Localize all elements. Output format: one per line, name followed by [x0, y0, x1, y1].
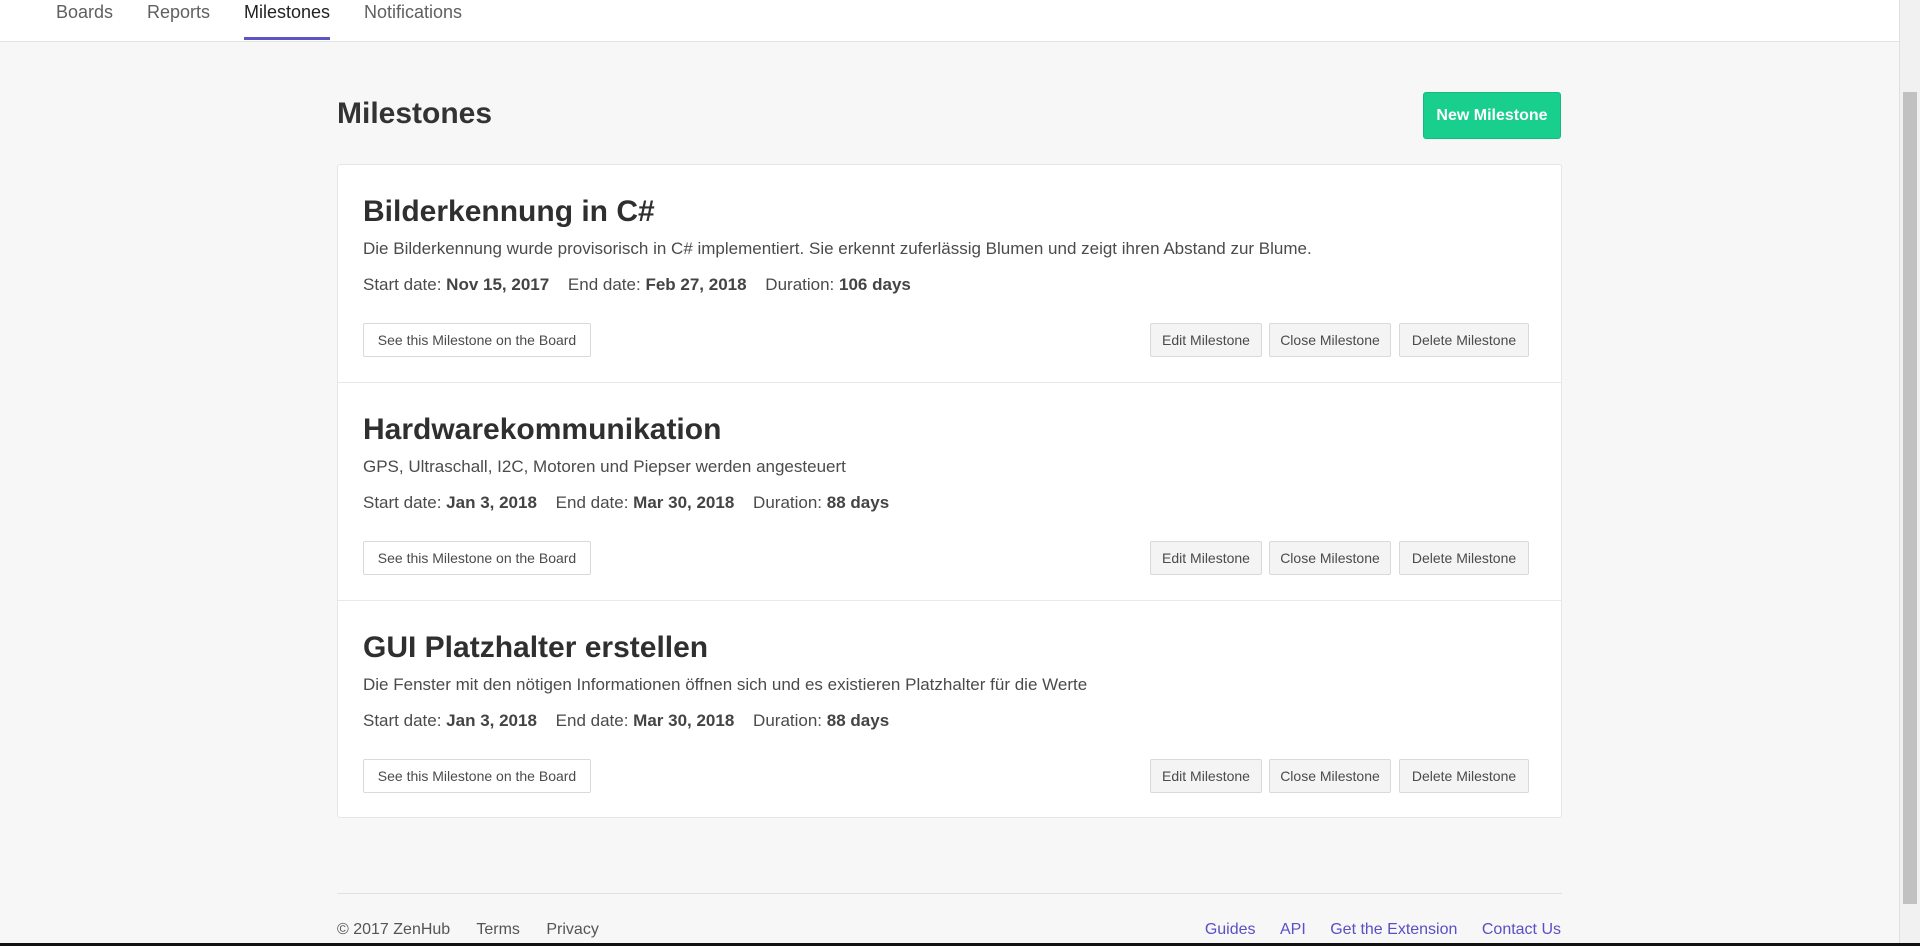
- footer-right: Guides API Get the Extension Contact Us: [1185, 921, 1561, 939]
- start-date-label: Start date:: [363, 275, 442, 294]
- new-milestone-button[interactable]: New Milestone: [1423, 92, 1561, 139]
- get-extension-link[interactable]: Get the Extension: [1330, 921, 1457, 938]
- milestone-card: Bilderkennung in C# Die Bilderkennung wu…: [338, 165, 1561, 383]
- milestone-title: Hardwarekommunikation: [363, 413, 722, 446]
- close-milestone-button[interactable]: Close Milestone: [1269, 323, 1391, 357]
- milestone-description: GPS, Ultraschall, I2C, Motoren und Pieps…: [363, 457, 846, 476]
- end-date-value: Mar 30, 2018: [633, 493, 735, 512]
- close-milestone-button[interactable]: Close Milestone: [1269, 759, 1391, 793]
- start-date-value: Jan 3, 2018: [446, 493, 537, 512]
- duration-label: Duration:: [753, 711, 823, 730]
- terms-link[interactable]: Terms: [476, 921, 520, 938]
- duration-value: 88 days: [826, 493, 890, 512]
- milestone-description: Die Fenster mit den nötigen Informatione…: [363, 675, 1088, 694]
- milestone-description: Die Bilderkennung wurde provisorisch in …: [363, 239, 1312, 258]
- tab-milestones[interactable]: Milestones: [244, 0, 331, 42]
- page-title: Milestones: [337, 97, 493, 130]
- footer-divider: [337, 893, 1562, 894]
- see-on-board-button[interactable]: See this Milestone on the Board: [363, 541, 591, 575]
- duration-label: Duration:: [753, 493, 823, 512]
- tab-boards[interactable]: Boards: [56, 0, 113, 42]
- start-date-value: Jan 3, 2018: [446, 711, 537, 730]
- milestone-dates: Start date: Nov 15, 2017 End date: Feb 2…: [363, 275, 925, 295]
- close-milestone-button[interactable]: Close Milestone: [1269, 541, 1391, 575]
- start-date-value: Nov 15, 2017: [446, 275, 550, 294]
- top-navigation: Boards Reports Milestones Notifications: [0, 0, 1899, 42]
- footer-left: © 2017 ZenHub Terms Privacy: [337, 921, 621, 939]
- contact-us-link[interactable]: Contact Us: [1482, 921, 1561, 938]
- edit-milestone-button[interactable]: Edit Milestone: [1150, 759, 1262, 793]
- delete-milestone-button[interactable]: Delete Milestone: [1399, 323, 1529, 357]
- see-on-board-button[interactable]: See this Milestone on the Board: [363, 323, 591, 357]
- start-date-label: Start date:: [363, 711, 442, 730]
- page-scrollbar[interactable]: [1899, 0, 1920, 946]
- milestone-title: Bilderkennung in C#: [363, 195, 655, 228]
- api-link[interactable]: API: [1280, 921, 1306, 938]
- scrollbar-thumb[interactable]: [1903, 92, 1917, 904]
- copyright-text: © 2017 ZenHub: [337, 921, 451, 938]
- edit-milestone-button[interactable]: Edit Milestone: [1150, 541, 1262, 575]
- milestone-dates: Start date: Jan 3, 2018 End date: Mar 30…: [363, 711, 903, 731]
- end-date-label: End date:: [555, 711, 629, 730]
- milestone-dates: Start date: Jan 3, 2018 End date: Mar 30…: [363, 493, 903, 513]
- tab-reports[interactable]: Reports: [147, 0, 210, 42]
- duration-value: 106 days: [839, 275, 911, 294]
- end-date-value: Feb 27, 2018: [645, 275, 747, 294]
- end-date-value: Mar 30, 2018: [633, 711, 735, 730]
- milestone-card: GUI Platzhalter erstellen Die Fenster mi…: [338, 601, 1561, 819]
- edit-milestone-button[interactable]: Edit Milestone: [1150, 323, 1262, 357]
- delete-milestone-button[interactable]: Delete Milestone: [1399, 759, 1529, 793]
- tab-notifications[interactable]: Notifications: [364, 0, 462, 42]
- privacy-link[interactable]: Privacy: [546, 921, 598, 938]
- milestone-list: Bilderkennung in C# Die Bilderkennung wu…: [337, 164, 1562, 818]
- guides-link[interactable]: Guides: [1205, 921, 1256, 938]
- milestone-card: Hardwarekommunikation GPS, Ultraschall, …: [338, 383, 1561, 601]
- delete-milestone-button[interactable]: Delete Milestone: [1399, 541, 1529, 575]
- milestone-title: GUI Platzhalter erstellen: [363, 631, 709, 664]
- duration-value: 88 days: [826, 711, 890, 730]
- start-date-label: Start date:: [363, 493, 442, 512]
- see-on-board-button[interactable]: See this Milestone on the Board: [363, 759, 591, 793]
- duration-label: Duration:: [765, 275, 835, 294]
- end-date-label: End date:: [555, 493, 629, 512]
- end-date-label: End date:: [567, 275, 641, 294]
